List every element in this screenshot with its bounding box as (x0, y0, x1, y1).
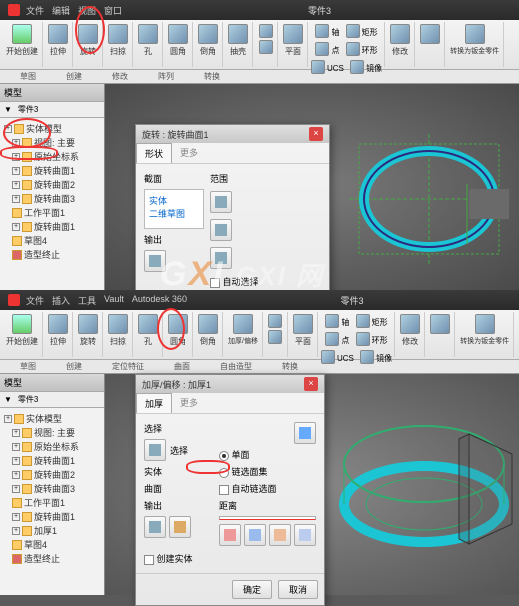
ribbon-revolve[interactable]: 旋转 (74, 22, 103, 67)
browser-header-top[interactable]: 模型 (0, 84, 104, 102)
titlebar-bottom: 文件 插入 工具 Vault Autodesk 360 零件3 (0, 290, 519, 310)
ribbon-hole-b[interactable]: 孔 (134, 312, 163, 357)
ribbon-plane[interactable]: 平面 (279, 22, 308, 67)
ribbon-plane-b[interactable]: 平面 (289, 312, 318, 357)
doc-name-bottom: 零件3 (340, 294, 363, 307)
dir2[interactable] (244, 524, 266, 546)
model-browser-top: 模型 ▼ 零件3 +实体模型 +视图: 主要 +原始坐标系 +旋转曲面1 +旋转… (0, 84, 105, 290)
ribbon-compact[interactable]: 轴 矩形 点 环形 UCS 镜像 (309, 22, 385, 67)
radio-chain[interactable] (219, 468, 229, 478)
app-icon (8, 294, 20, 306)
viewport-bottom[interactable]: 加厚/偏移 : 加厚1× 加厚 更多 选择 选择 实体 曲面 输出 (105, 374, 519, 595)
dialog-thicken: 加厚/偏移 : 加厚1× 加厚 更多 选择 选择 实体 曲面 输出 (135, 374, 325, 606)
cancel-button-b[interactable]: 取消 (278, 580, 318, 599)
check-solid[interactable] (144, 555, 154, 565)
ribbon-sections-bottom: 草图 创建 定位特征 曲面 自由造型 转换 (0, 360, 519, 374)
app-icon (8, 4, 20, 16)
ribbon-modify[interactable]: 修改 (386, 22, 415, 67)
close-icon[interactable]: × (309, 127, 323, 141)
check-auto-chain[interactable] (219, 485, 229, 495)
extent-btn2[interactable] (210, 219, 232, 241)
tree-top[interactable]: +实体模型 +视图: 主要 +原始坐标系 +旋转曲面1 +旋转曲面2 +旋转曲面… (0, 118, 104, 266)
tree-bottom[interactable]: +实体模型 +视图: 主要 +原始坐标系 +旋转曲面1 +旋转曲面2 +旋转曲面… (0, 408, 104, 570)
dir4[interactable] (294, 524, 316, 546)
ribbon-gap-b[interactable] (426, 312, 455, 357)
ribbon-more-b[interactable] (264, 312, 288, 357)
titlebar-top: 文件 编辑 视图 窗口 零件3 (0, 0, 519, 20)
ribbon-top: 开始创建 拉伸 旋转 扫掠 孔 圆角 倒角 抽壳 平面 轴 矩形 点 环形 UC… (0, 20, 519, 70)
ribbon-start-sketch[interactable]: 开始创建 (2, 22, 43, 67)
ribbon-sweep[interactable]: 扫掠 (104, 22, 133, 67)
tab-more[interactable]: 更多 (172, 143, 206, 163)
ribbon-chamfer[interactable]: 倒角 (194, 22, 223, 67)
ribbon-fillet-b[interactable]: 圆角 (164, 312, 193, 357)
menu-bottom[interactable]: 文件 插入 工具 Vault Autodesk 360 (26, 294, 187, 307)
select-btn[interactable] (144, 439, 166, 461)
tab-more-b[interactable]: 更多 (172, 393, 206, 413)
ribbon-extrude[interactable]: 拉伸 (44, 22, 73, 67)
model-preview-bottom (329, 384, 514, 579)
ribbon-more[interactable] (254, 22, 278, 67)
ribbon-thicken-b[interactable]: 加厚/偏移 (224, 312, 263, 357)
ribbon-compact-b[interactable]: 轴 矩形 点 环形 UCS 镜像 (319, 312, 395, 357)
ribbon-shell[interactable]: 抽壳 (224, 22, 253, 67)
dlg-title-thicken[interactable]: 加厚/偏移 : 加厚1× (136, 375, 324, 393)
dir3[interactable] (269, 524, 291, 546)
ok-button-b[interactable]: 确定 (232, 580, 272, 599)
out2[interactable] (169, 516, 191, 538)
model-preview-top (339, 114, 509, 274)
tab-thicken[interactable]: 加厚 (136, 393, 172, 413)
ribbon-chamfer-b[interactable]: 倒角 (194, 312, 223, 357)
tab-shape[interactable]: 形状 (136, 143, 172, 163)
distance-input[interactable] (219, 516, 316, 520)
out1[interactable] (144, 516, 166, 538)
menu-top[interactable]: 文件 编辑 视图 窗口 (26, 4, 122, 17)
ribbon-hole[interactable]: 孔 (134, 22, 163, 67)
watermark: GXI GXI 网 (160, 255, 324, 294)
dir1[interactable] (219, 524, 241, 546)
ribbon-revolve-b[interactable]: 旋转 (74, 312, 103, 357)
close-icon[interactable]: × (304, 377, 318, 391)
ribbon-sweep-b[interactable]: 扫掠 (104, 312, 133, 357)
mode-btn[interactable] (294, 422, 316, 444)
ribbon-modify-b[interactable]: 修改 (396, 312, 425, 357)
ribbon-fillet[interactable]: 圆角 (164, 22, 193, 67)
dlg-title-revolve[interactable]: 旋转 : 旋转曲面1× (136, 125, 329, 143)
model-browser-bottom: 模型 ▼ 零件3 +实体模型 +视图: 主要 +原始坐标系 +旋转曲面1 +旋转… (0, 374, 105, 595)
profile-list[interactable]: 实体 二维草图 (144, 189, 204, 229)
ribbon-extrude-b[interactable]: 拉伸 (44, 312, 73, 357)
ribbon-sections-top: 草图 创建 修改 阵列 转换 (0, 70, 519, 84)
browser-header-bottom[interactable]: 模型 (0, 374, 104, 392)
extent-btn1[interactable] (210, 191, 232, 213)
ribbon-bottom: 开始创建 拉伸 旋转 扫掠 孔 圆角 倒角 加厚/偏移 平面 轴 矩形 点 环形… (0, 310, 519, 360)
ribbon-convert-b[interactable]: 转换为钣金零件 (456, 312, 514, 357)
ribbon-gap[interactable] (416, 22, 445, 67)
doc-name-top: 零件3 (308, 4, 331, 17)
radio-single[interactable] (219, 451, 229, 461)
ribbon-convert[interactable]: 转换为钣金零件 (446, 22, 504, 67)
ribbon-start-sketch-b[interactable]: 开始创建 (2, 312, 43, 357)
